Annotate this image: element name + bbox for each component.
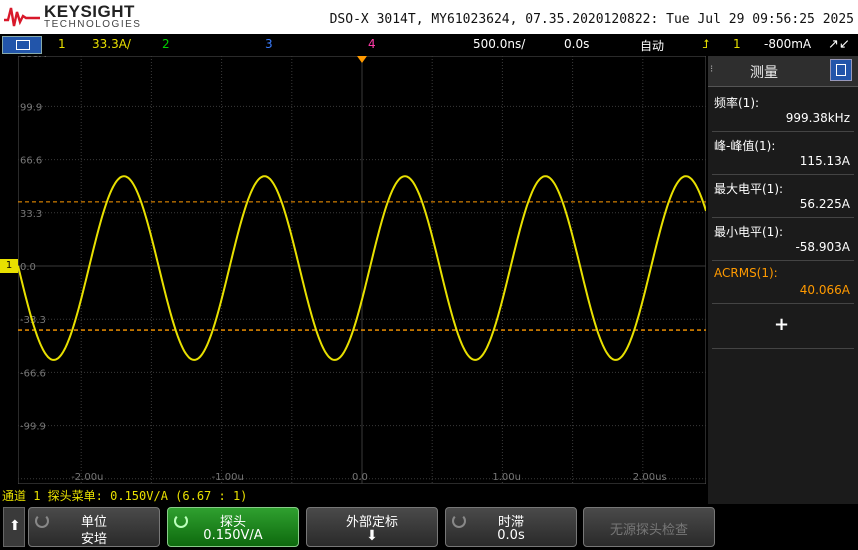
trigger-source[interactable]: 1 <box>733 37 741 51</box>
softkey-probe[interactable]: 探头 0.150V/A <box>167 507 299 547</box>
menu-up-button[interactable]: ⬆ <box>3 507 25 547</box>
trigger-type-icon: ↗↙ <box>828 37 850 52</box>
y-axis-label: 133A <box>20 56 46 60</box>
x-axis-label: -1.00u <box>212 472 244 483</box>
trigger-edge-icon: ⮥ <box>702 37 710 51</box>
y-axis-label: -66.6 <box>20 368 46 379</box>
document-icon <box>836 64 846 76</box>
keysight-wave-icon <box>4 7 40 27</box>
waveform-display[interactable]: 133A99.966.633.30.0-33.3-66.6-99.9-2.00u… <box>18 56 706 484</box>
measurement-value: 56.225A <box>799 197 850 211</box>
softkey-label: 无源探头检查 <box>609 523 688 538</box>
left-gutter: 1 <box>0 56 18 484</box>
instrument-info: DSO-X 3014T, MY61023624, 07.35.202012082… <box>329 12 854 27</box>
trigger-level[interactable]: -800mA <box>764 37 811 51</box>
ground-marker-label: 1 <box>5 260 13 271</box>
channel-1-ground-marker[interactable]: 1 <box>0 259 18 273</box>
measurement-divider <box>712 174 854 175</box>
measurement-divider <box>712 217 854 218</box>
time-delay[interactable]: 0.0s <box>564 37 589 51</box>
x-axis-label: 1.00u <box>492 472 521 483</box>
measurement-panel: ⁝ 测量 频率(1): 999.38kHz 峰-峰值(1): 115.13A 最大电平(… <box>708 56 858 504</box>
measurement-label: 最大电平(1): <box>714 182 784 196</box>
softkey-value: 0.150V/A <box>203 528 263 543</box>
softkey-external-scaling[interactable]: 外部定标 ⬇ <box>306 507 438 547</box>
channel-4-label[interactable]: 4 <box>368 37 376 51</box>
submenu-arrow-icon: ⬇ <box>366 528 378 544</box>
channel-3-label[interactable]: 3 <box>265 37 273 51</box>
keysight-logo: KEYSIGHT TECHNOLOGIES <box>4 2 144 32</box>
measurement-menu-button[interactable] <box>830 59 852 81</box>
measurement-divider <box>712 303 854 304</box>
measurement-label: ACRMS(1): <box>714 266 778 280</box>
channel-1-label[interactable]: 1 <box>58 37 66 51</box>
softkey-value: 0.0s <box>497 528 525 543</box>
measurement-divider <box>712 260 854 261</box>
measurement-divider <box>712 131 854 132</box>
trigger-mode[interactable]: 自动 <box>640 37 664 54</box>
softkey-units[interactable]: 单位 安培 <box>28 507 160 547</box>
y-axis-label: -99.9 <box>20 422 46 433</box>
status-bar: 1 33.3A/ 2 3 4 500.0ns/ 0.0s 自动 ⮥ 1 -800… <box>0 34 858 56</box>
y-axis-label: 66.6 <box>20 156 42 167</box>
channel-probe-message: 通道 1 探头菜单: 0.150V/A (6.67 : 1) <box>2 489 248 503</box>
panel-drag-icon[interactable]: ⁝ <box>710 64 713 75</box>
add-measurement-button[interactable]: + <box>774 314 789 335</box>
softkey-value: 安培 <box>80 532 107 547</box>
channel-1-scale[interactable]: 33.3A/ <box>92 37 131 51</box>
measurement-value: -58.903A <box>795 240 850 254</box>
y-axis-label: 0.0 <box>20 262 36 273</box>
arrow-up-icon: ⬆ <box>9 518 21 534</box>
brand-subtitle: TECHNOLOGIES <box>44 19 142 30</box>
measurement-value: 115.13A <box>799 154 850 168</box>
measurement-label: 峰-峰值(1): <box>714 139 776 153</box>
measurement-value: 40.066A <box>799 283 850 297</box>
softkey-skew[interactable]: 时滞 0.0s <box>445 507 577 547</box>
x-axis-label: 2.00us <box>633 472 667 483</box>
title-bar: KEYSIGHT TECHNOLOGIES DSO-X 3014T, MY610… <box>0 0 858 34</box>
x-axis-label: 0.0 <box>352 472 368 483</box>
y-axis-label: 33.3 <box>20 209 42 220</box>
menu-icon <box>16 40 30 50</box>
softkey-passive-probe-check[interactable]: 无源探头检查 <box>583 507 715 547</box>
main-menu-button[interactable] <box>2 36 42 54</box>
measurement-label: 频率(1): <box>714 96 760 110</box>
measurement-title: 测量 <box>750 65 778 81</box>
channel-2-label[interactable]: 2 <box>162 37 170 51</box>
measurement-divider <box>712 348 854 349</box>
measurement-panel-header: ⁝ 测量 <box>708 56 858 87</box>
y-axis-label: 99.9 <box>20 102 42 113</box>
measurement-value: 999.38kHz <box>785 111 850 125</box>
measurement-label: 最小电平(1): <box>714 225 784 239</box>
x-axis-label: -2.00u <box>71 472 103 483</box>
timebase-scale[interactable]: 500.0ns/ <box>473 37 525 51</box>
